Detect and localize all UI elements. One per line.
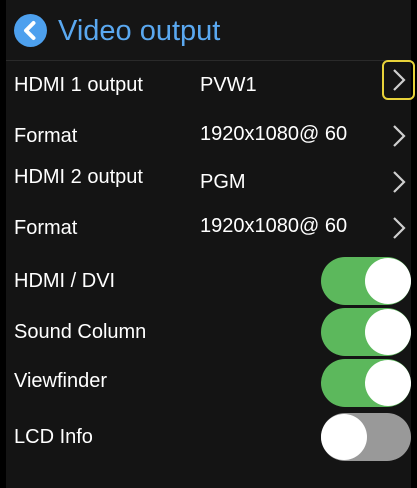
- chevron-right-icon[interactable]: [390, 67, 408, 93]
- hdmi1-output-row[interactable]: HDMI 1 output PVW1: [6, 60, 411, 108]
- back-button[interactable]: [14, 14, 47, 47]
- sound-column-label: Sound Column: [14, 321, 147, 343]
- sound-column-toggle[interactable]: [321, 308, 411, 356]
- hdmi-dvi-row: HDMI / DVI: [6, 256, 411, 306]
- hdmi2-output-row[interactable]: HDMI 2 output PGM: [6, 156, 411, 204]
- chevron-right-icon[interactable]: [390, 169, 408, 195]
- hdmi1-output-value: PVW1: [200, 74, 257, 96]
- hdmi2-output-value: PGM: [200, 171, 246, 193]
- hdmi2-format-row[interactable]: Format 1920x1080@ 60: [6, 204, 411, 252]
- viewfinder-row: Viewfinder: [6, 358, 411, 408]
- chevron-right-icon[interactable]: [390, 215, 408, 241]
- sound-column-row: Sound Column: [6, 307, 411, 357]
- hdmi1-output-label: HDMI 1 output: [14, 74, 143, 96]
- hdmi2-output-label: HDMI 2 output: [14, 166, 143, 188]
- hdmi2-format-label: Format: [14, 217, 78, 239]
- toggle-knob: [365, 360, 411, 406]
- page-title: Video output: [58, 15, 221, 47]
- video-output-screen: Video output HDMI 1 output PVW1 Format 1…: [6, 0, 415, 488]
- chevron-left-icon: [24, 21, 36, 40]
- toggle-knob: [365, 309, 411, 355]
- toggle-knob: [365, 258, 411, 304]
- chevron-right-icon[interactable]: [390, 123, 408, 149]
- hdmi2-format-value: 1920x1080@ 60: [200, 215, 348, 237]
- hdmi1-format-label: Format: [14, 125, 78, 147]
- hdmi1-format-row[interactable]: Format 1920x1080@ 60: [6, 108, 411, 156]
- lcd-info-toggle[interactable]: [321, 413, 411, 461]
- viewfinder-label: Viewfinder: [14, 370, 108, 392]
- toggle-knob: [321, 414, 367, 460]
- hdmi-dvi-label: HDMI / DVI: [14, 270, 116, 292]
- hdmi-dvi-toggle[interactable]: [321, 257, 411, 305]
- hdmi1-format-value: 1920x1080@ 60: [200, 123, 348, 145]
- viewfinder-toggle[interactable]: [321, 359, 411, 407]
- lcd-info-row: LCD Info: [6, 411, 411, 461]
- lcd-info-label: LCD Info: [14, 426, 93, 448]
- header-bar: Video output: [6, 0, 411, 61]
